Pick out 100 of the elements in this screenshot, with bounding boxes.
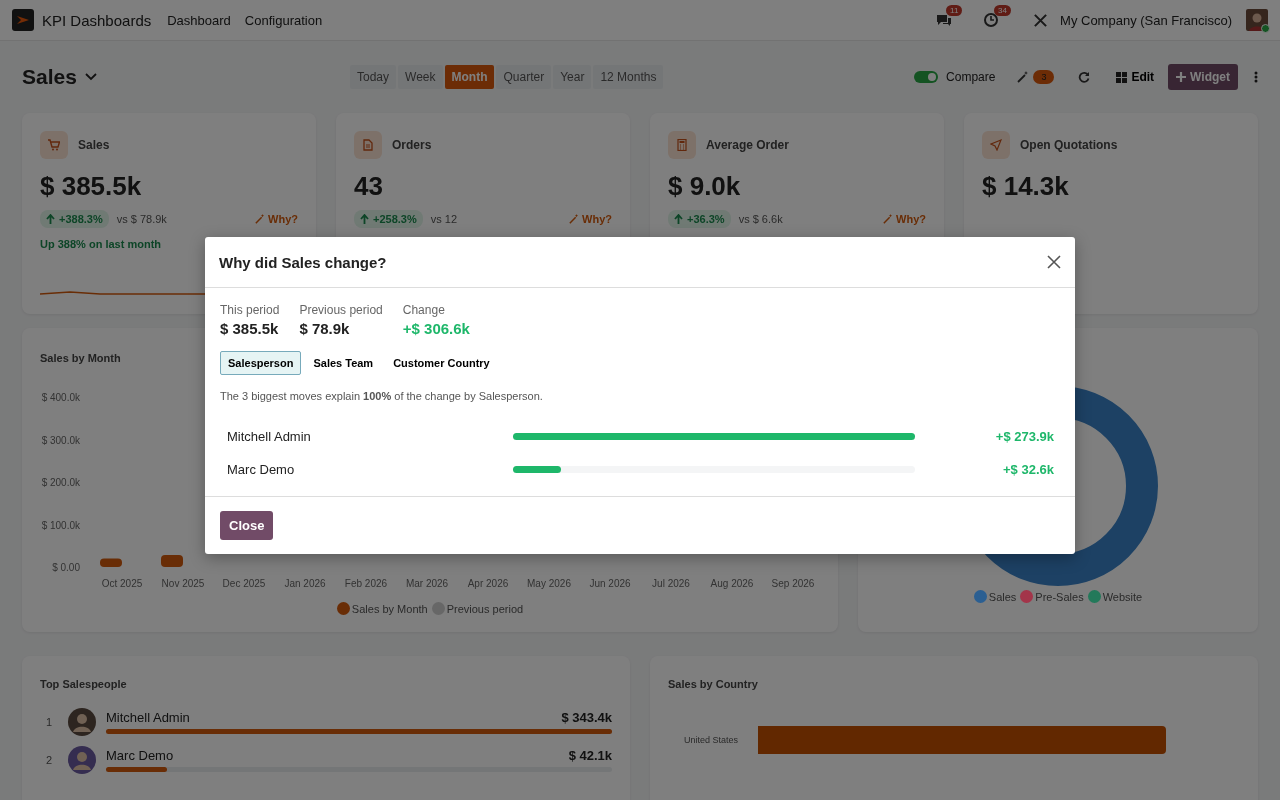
change-badge: +258.3% xyxy=(354,210,423,228)
y-axis-label: $ 400.0k xyxy=(41,392,80,403)
x-axis-label: Jan 2026 xyxy=(284,578,326,589)
chat-icon[interactable] xyxy=(935,12,954,28)
rank-number: 2 xyxy=(44,754,54,766)
company-name[interactable]: My Company (San Francisco) xyxy=(1060,12,1232,28)
chevron-down-icon[interactable] xyxy=(84,73,97,81)
arrow-up-icon xyxy=(674,214,683,224)
add-widget-button[interactable]: Widget xyxy=(1168,64,1238,90)
period-tab[interactable]: Year xyxy=(553,65,592,89)
magic-wand-icon[interactable] xyxy=(1017,71,1030,83)
paper-plane-icon xyxy=(982,131,1010,159)
kpi-title: Average Order xyxy=(706,138,789,152)
suggestions-count-badge: 3 xyxy=(1033,70,1055,84)
grid-icon xyxy=(1116,71,1128,83)
close-icon[interactable] xyxy=(1047,255,1061,269)
x-axis-label: Dec 2025 xyxy=(222,578,266,589)
card-title: Top Salespeople xyxy=(40,678,127,690)
y-axis-label: $ 0.00 xyxy=(52,562,80,573)
menu-item[interactable]: Dashboard xyxy=(167,12,231,28)
dialog-title: Why did Sales change? xyxy=(219,253,387,271)
x-axis-label: May 2026 xyxy=(527,578,571,589)
x-axis-label: Feb 2026 xyxy=(344,578,388,589)
cart-icon xyxy=(40,131,68,159)
legend-item[interactable]: Sales by Month xyxy=(336,602,428,615)
rank-number: 1 xyxy=(44,716,54,728)
avatar-icon xyxy=(68,708,96,736)
why-link[interactable]: Why? xyxy=(883,213,926,225)
compare-label: Compare xyxy=(946,70,996,84)
period-tab[interactable]: Today xyxy=(350,65,397,89)
previous-value: vs $ 78.9k xyxy=(116,213,167,225)
x-axis-label: Nov 2025 xyxy=(161,578,205,589)
kpi-value: $ 14.3k xyxy=(982,171,1070,202)
salesperson-name: Mitchell Admin xyxy=(227,429,312,444)
calculator-icon xyxy=(668,131,696,159)
clock-icon[interactable] xyxy=(983,12,1000,28)
user-avatar[interactable] xyxy=(1246,9,1268,31)
bar xyxy=(100,558,122,567)
message-count-badge: 11 xyxy=(946,5,963,16)
app-name[interactable]: KPI Dashboards xyxy=(42,11,152,29)
x-axis-label: Jun 2026 xyxy=(589,578,631,589)
magic-wand-icon xyxy=(569,214,580,224)
y-axis-label: $ 200.0k xyxy=(41,477,80,488)
sales-amount: $ 343.4k xyxy=(561,710,612,725)
x-axis-label: Oct 2025 xyxy=(101,578,143,589)
x-axis-label: Sep 2026 xyxy=(771,578,815,589)
kpi-title: Open Quotations xyxy=(1020,138,1118,152)
close-button[interactable]: Close xyxy=(220,511,274,540)
period-tab[interactable]: Month xyxy=(444,65,495,89)
stat-label: This period xyxy=(220,303,280,317)
stat-value: $ 78.9k xyxy=(299,320,351,337)
breakdown-tab[interactable]: Customer Country xyxy=(385,351,498,375)
change-amount: +$ 273.9k xyxy=(994,429,1055,444)
period-tab[interactable]: Quarter xyxy=(496,65,552,89)
stat-label: Change xyxy=(402,303,446,317)
breakdown-tab[interactable]: Salesperson xyxy=(220,351,302,375)
salesperson-name: Marc Demo xyxy=(227,462,296,477)
menu-item[interactable]: Configuration xyxy=(244,12,323,28)
salesperson-name: Mitchell Admin xyxy=(106,710,190,725)
previous-value: vs 12 xyxy=(430,213,458,225)
breakdown-tab[interactable]: Sales Team xyxy=(305,351,382,375)
more-options-icon[interactable] xyxy=(1254,71,1258,83)
legend-item[interactable]: Previous period xyxy=(431,602,524,615)
stat-value: +$ 306.6k xyxy=(402,320,470,337)
dashboard-title[interactable]: Sales xyxy=(22,65,77,89)
x-axis-label: Apr 2026 xyxy=(467,578,509,589)
x-axis-label: Aug 2026 xyxy=(710,578,754,589)
chart-title: Sales by Month xyxy=(40,352,121,364)
change-amount: +$ 32.6k xyxy=(1002,462,1055,477)
kpi-title: Orders xyxy=(392,138,432,152)
legend-item[interactable]: Website xyxy=(1087,590,1143,603)
edit-button[interactable]: Edit xyxy=(1110,69,1161,85)
legend-item[interactable]: Pre-Sales xyxy=(1020,590,1084,603)
country-label: United States xyxy=(682,735,738,745)
period-tab[interactable]: 12 Months xyxy=(593,65,664,89)
stat-label: Previous period xyxy=(299,303,383,317)
legend-item[interactable]: Sales xyxy=(973,590,1017,603)
y-axis-label: $ 300.0k xyxy=(41,434,80,446)
document-icon xyxy=(354,131,382,159)
kpi-value: 43 xyxy=(354,171,384,202)
summary-text: The 3 biggest moves explain 100% of the change by Salesperson. xyxy=(220,390,544,402)
arrow-up-icon xyxy=(46,214,55,224)
why-link[interactable]: Why? xyxy=(255,213,298,225)
arrow-up-icon xyxy=(360,214,369,224)
kpi-title: Sales xyxy=(78,138,110,152)
change-badge: +388.3% xyxy=(40,210,109,228)
x-axis-label: Jul 2026 xyxy=(652,578,690,589)
refresh-icon[interactable] xyxy=(1078,71,1091,83)
x-axis-label: Mar 2026 xyxy=(405,578,449,589)
compare-toggle[interactable] xyxy=(914,71,939,83)
kpi-value: $ 385.5k xyxy=(40,171,143,202)
stat-value: $ 385.5k xyxy=(220,320,280,337)
period-tab[interactable]: Week xyxy=(398,65,443,89)
y-axis-label: $ 100.0k xyxy=(41,519,80,531)
magic-wand-icon xyxy=(255,214,266,224)
why-link[interactable]: Why? xyxy=(569,213,612,225)
activity-count-badge: 34 xyxy=(994,5,1011,16)
previous-value: vs $ 6.6k xyxy=(738,213,783,225)
trend-note: Up 388% on last month xyxy=(40,238,163,250)
card-title: Sales by Country xyxy=(668,678,758,690)
